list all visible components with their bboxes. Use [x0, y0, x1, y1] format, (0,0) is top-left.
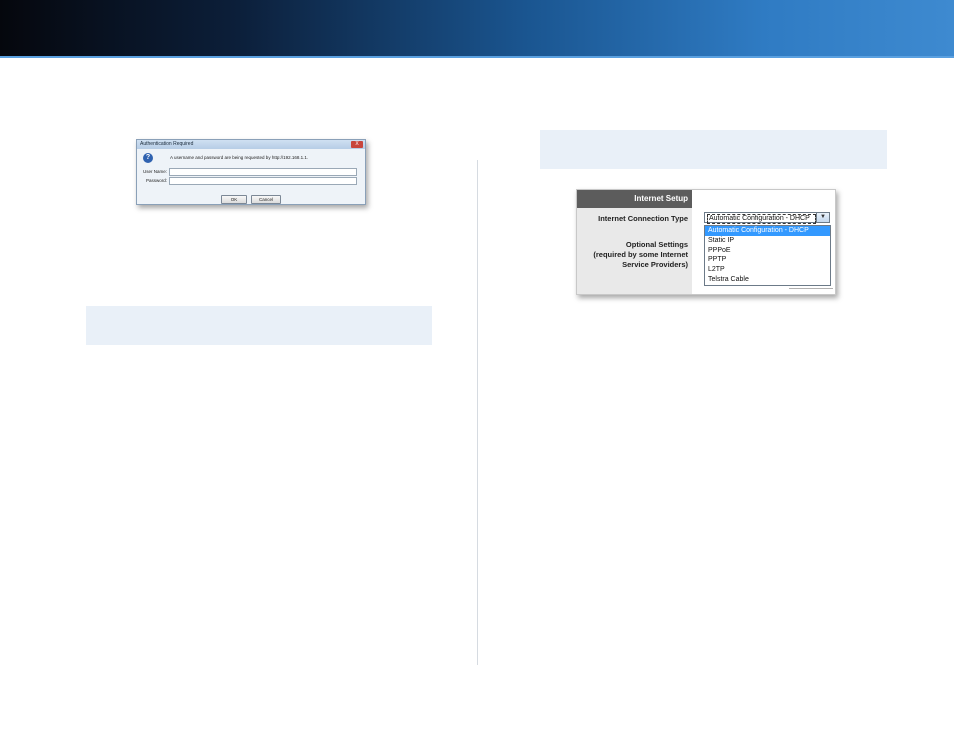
option-l2tp[interactable]: L2TP — [705, 265, 830, 275]
header-banner — [0, 0, 954, 58]
password-input[interactable] — [169, 177, 357, 185]
connection-type-value: Automatic Configuration - DHCP — [707, 214, 816, 224]
optional-settings-label: Optional Settings — [625, 240, 688, 249]
note-box-right — [540, 130, 887, 169]
auth-titlebar: Authentication Required X — [137, 140, 365, 149]
setup-header: Internet Setup — [577, 190, 692, 208]
option-telstra-cable[interactable]: Telstra Cable — [705, 275, 830, 285]
option-pppoe[interactable]: PPPoE — [705, 246, 830, 256]
connection-type-label: Internet Connection Type — [598, 214, 688, 223]
auth-message: A username and password are being reques… — [170, 155, 309, 160]
close-icon[interactable]: X — [351, 141, 363, 148]
username-label: User Name: — [142, 169, 167, 174]
note-box-left — [86, 306, 432, 345]
optional-settings-note-line2: Service Providers) — [622, 260, 688, 269]
option-static-ip[interactable]: Static IP — [705, 236, 830, 246]
option-pptp[interactable]: PPTP — [705, 255, 830, 265]
internet-setup-panel: Internet Setup Internet Connection Type … — [576, 189, 836, 295]
auth-body: ? A username and password are being requ… — [137, 149, 365, 204]
auth-dialog: Authentication Required X ? A username a… — [136, 139, 366, 205]
question-icon: ? — [143, 153, 153, 163]
optional-settings-note-line1: (required by some Internet — [593, 250, 688, 259]
chevron-down-icon[interactable]: ▼ — [816, 213, 829, 222]
auth-title: Authentication Required — [140, 141, 194, 147]
option-dhcp[interactable]: Automatic Configuration - DHCP — [705, 226, 830, 236]
connection-type-dropdown: Automatic Configuration - DHCP Static IP… — [704, 225, 831, 286]
cancel-button[interactable]: Cancel — [251, 195, 281, 204]
column-divider — [477, 160, 478, 665]
ok-button[interactable]: OK — [221, 195, 247, 204]
password-label: Password: — [145, 178, 167, 183]
row-divider — [789, 288, 833, 289]
username-input[interactable] — [169, 168, 357, 176]
connection-type-select[interactable]: Automatic Configuration - DHCP ▼ — [704, 212, 830, 224]
